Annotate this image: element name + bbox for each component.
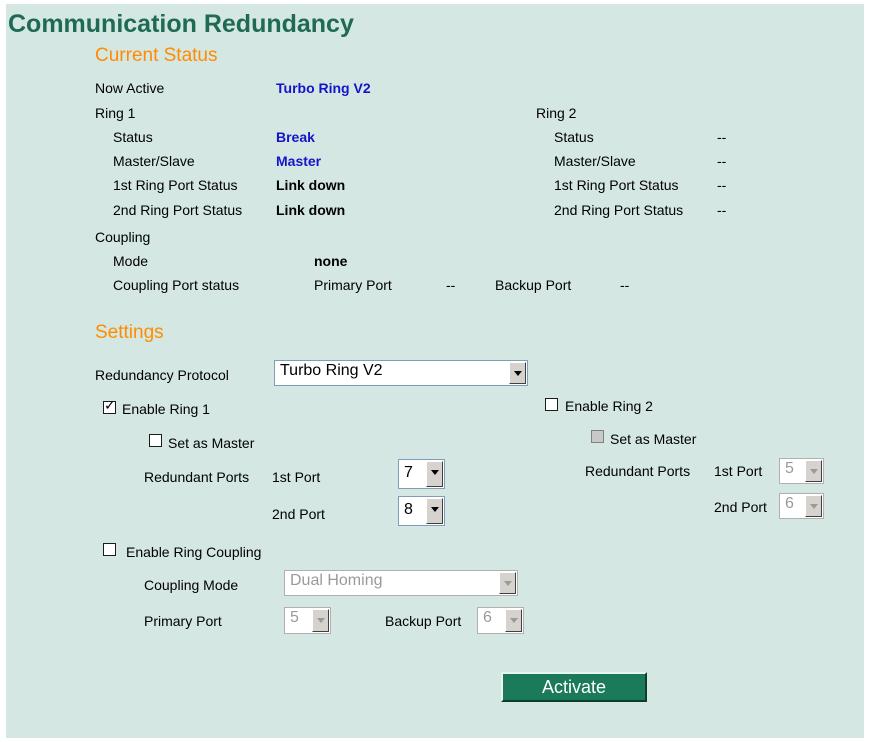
chevron-down-icon: [505, 609, 522, 632]
coupling-mode-select[interactable]: Dual Homing: [284, 570, 518, 596]
ring1-set-master-checkbox[interactable]: [149, 434, 162, 447]
enable-ring-coupling-label: Enable Ring Coupling: [126, 544, 262, 560]
ring2-master-slave-label: Master/Slave: [554, 153, 636, 169]
ring1-port2-label: 2nd Ring Port Status: [113, 202, 243, 218]
ring1-port2-value: 8: [404, 501, 413, 518]
coupling-backup-port-value: 6: [483, 609, 492, 626]
ring2-set-master-checkbox[interactable]: [591, 430, 604, 443]
ring2-port1-label: 1st Ring Port Status: [554, 177, 679, 193]
ring2-status-label: Ring 2: [536, 105, 577, 121]
ring1-port1-select[interactable]: 7: [398, 459, 445, 489]
enable-ring2-label: Enable Ring 2: [565, 398, 653, 414]
coupling-backup-port-select[interactable]: 6: [477, 607, 524, 634]
ring2-port2-label: 2nd Ring Port Status: [554, 202, 684, 218]
page-title: Communication Redundancy: [8, 10, 354, 38]
ring1-port1-value: Link down: [276, 177, 346, 193]
ring2-port2-value: --: [717, 202, 727, 218]
coupling-status-label: Coupling: [95, 229, 151, 245]
ring2-port2-select[interactable]: 6: [779, 493, 824, 519]
coupling-primary-port-select[interactable]: 5: [284, 607, 331, 634]
ring1-port1-label: 1st Ring Port Status: [113, 177, 238, 193]
main-panel: Communication Redundancy Current Status …: [6, 4, 864, 738]
coupling-primary-label: Primary Port: [314, 277, 392, 293]
ring1-port1-label: 1st Port: [272, 469, 321, 485]
coupling-port-status-label: Coupling Port status: [113, 277, 240, 293]
chevron-down-icon: [509, 362, 526, 384]
coupling-mode-label: Mode: [113, 253, 149, 269]
ring2-master-slave-value: --: [717, 153, 727, 169]
coupling-mode-value: none: [314, 253, 348, 269]
coupling-backup-port-label: Backup Port: [385, 613, 462, 629]
now-active-value: Turbo Ring V2: [276, 80, 371, 96]
ring2-port1-select[interactable]: 5: [779, 458, 824, 484]
activate-button[interactable]: Activate: [501, 672, 647, 702]
redundancy-protocol-select[interactable]: Turbo Ring V2: [274, 360, 528, 386]
coupling-backup-value: --: [620, 277, 630, 293]
ring1-status-field-label: Status: [113, 129, 153, 145]
chevron-down-icon: [426, 498, 443, 524]
chevron-down-icon: [499, 572, 516, 594]
now-active-label: Now Active: [95, 80, 165, 96]
enable-ring1-label: Enable Ring 1: [122, 401, 210, 417]
coupling-mode-setting-value: Dual Homing: [290, 572, 383, 589]
coupling-primary-port-value: 5: [290, 609, 299, 626]
ring2-port2-value: 6: [785, 495, 794, 512]
ring2-port2-label: 2nd Port: [714, 499, 767, 515]
coupling-primary-port-label: Primary Port: [144, 613, 222, 629]
settings-heading: Settings: [95, 322, 164, 343]
ring2-redundant-ports-label: Redundant Ports: [585, 463, 691, 479]
ring1-status-label: Ring 1: [95, 105, 136, 121]
coupling-backup-label: Backup Port: [495, 277, 572, 293]
chevron-down-icon: [805, 495, 822, 517]
ring2-status-field-label: Status: [554, 129, 594, 145]
chevron-down-icon: [426, 461, 443, 487]
current-status-heading: Current Status: [95, 45, 218, 66]
enable-ring2-checkbox[interactable]: [545, 398, 558, 411]
redundancy-protocol-value: Turbo Ring V2: [280, 362, 383, 379]
ring1-port2-label: 2nd Port: [272, 506, 325, 522]
ring1-port2-value: Link down: [276, 202, 346, 218]
ring1-port1-value: 7: [404, 464, 413, 481]
chevron-down-icon: [805, 460, 822, 482]
ring1-master-slave-label: Master/Slave: [113, 153, 195, 169]
redundancy-protocol-label: Redundancy Protocol: [95, 367, 229, 383]
ring2-port1-value: 5: [785, 460, 794, 477]
enable-ring1-checkbox[interactable]: [103, 398, 116, 414]
ring1-redundant-ports-label: Redundant Ports: [144, 469, 250, 485]
ring2-port1-value: --: [717, 177, 727, 193]
ring1-status-value: Break: [276, 129, 315, 145]
coupling-primary-value: --: [446, 277, 456, 293]
enable-ring-coupling-checkbox[interactable]: [103, 543, 116, 556]
coupling-mode-setting-label: Coupling Mode: [144, 577, 239, 593]
ring1-master-slave-value: Master: [276, 153, 322, 169]
ring2-status-value: --: [717, 129, 727, 145]
ring2-set-master-label: Set as Master: [610, 431, 697, 447]
ring2-port1-label: 1st Port: [714, 463, 763, 479]
ring1-set-master-label: Set as Master: [168, 435, 255, 451]
ring1-port2-select[interactable]: 8: [398, 496, 445, 526]
chevron-down-icon: [312, 609, 329, 632]
